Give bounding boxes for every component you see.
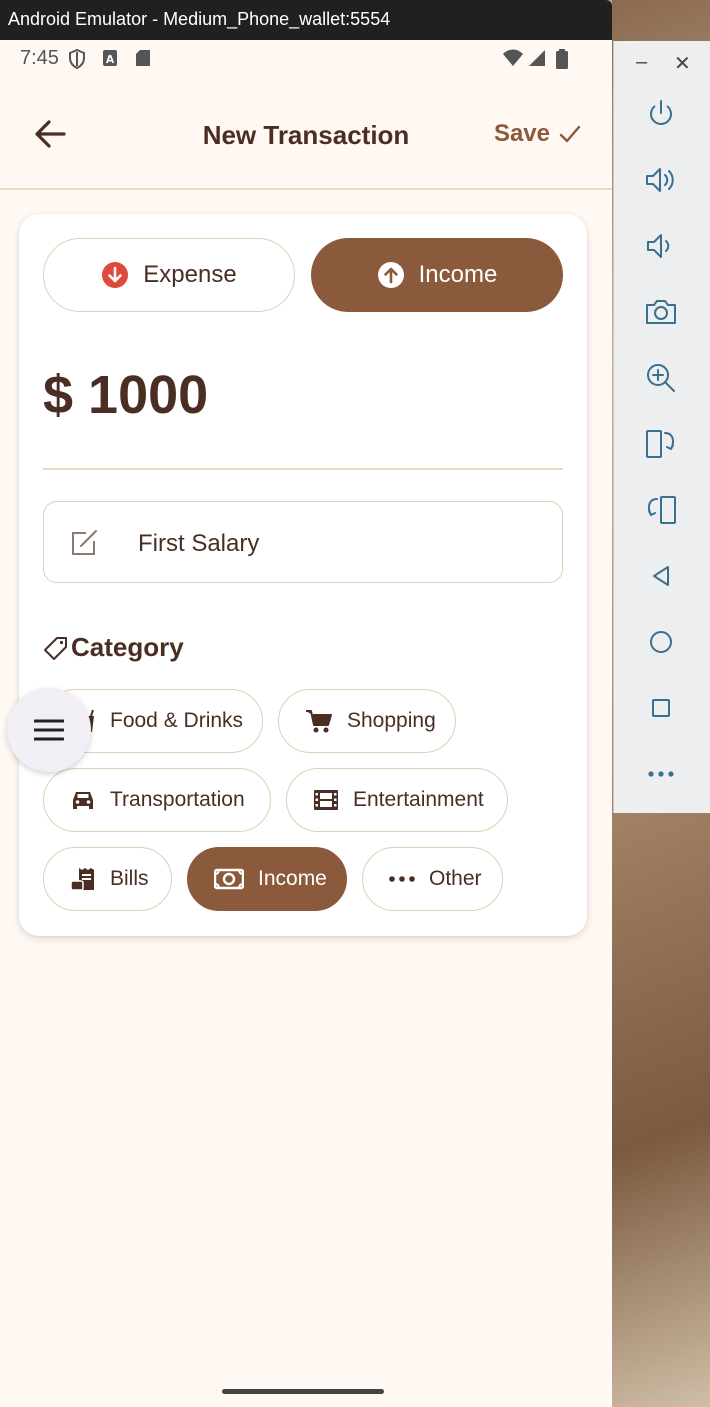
money-icon: [214, 868, 244, 890]
zoom-icon: [647, 364, 675, 392]
category-header: Category: [43, 632, 184, 663]
gesture-navigation-bar[interactable]: [222, 1389, 384, 1394]
overview-icon: [652, 699, 670, 717]
svg-text:A: A: [106, 53, 115, 66]
save-label: Save: [493, 120, 550, 147]
category-chip-bills[interactable]: Bills: [43, 847, 172, 911]
more-horizontal-icon: [389, 876, 415, 882]
expense-label: Expense: [143, 261, 237, 288]
category-chip-entertainment[interactable]: Entertainment: [286, 768, 508, 832]
battery-icon: [556, 49, 568, 75]
camera-icon: [646, 300, 676, 324]
transaction-form-card: Expense Income $ 1000 First Salary Categ…: [19, 214, 587, 936]
close-icon[interactable]: ✕: [674, 51, 691, 76]
rotate-right-icon: [648, 496, 676, 524]
receipt-icon: [70, 868, 94, 891]
chip-label: Other: [429, 867, 482, 890]
arrow-up-circle-icon: [377, 262, 404, 288]
chip-label: Bills: [110, 867, 149, 890]
edit-icon: [70, 529, 100, 562]
category-chip-transportation[interactable]: Transportation: [43, 768, 271, 832]
phone-screen: 7:45 A New Transaction Save Expense Inco…: [0, 40, 612, 1407]
chip-label: Shopping: [347, 709, 436, 732]
tag-icon: [44, 636, 67, 660]
cell-signal-icon: [528, 49, 546, 73]
volume-down-button[interactable]: [642, 227, 680, 265]
text-a-icon: A: [102, 49, 118, 73]
film-icon: [314, 790, 338, 810]
category-title: Category: [71, 632, 184, 662]
nav-overview-button[interactable]: [642, 689, 680, 727]
zoom-button[interactable]: [642, 359, 680, 397]
sd-card-icon: [135, 49, 151, 73]
chip-label: Entertainment: [353, 788, 484, 811]
expense-toggle-button[interactable]: Expense: [43, 238, 295, 312]
hamburger-menu-icon: [34, 719, 64, 741]
shopping-cart-icon: [306, 710, 332, 733]
nav-back-button[interactable]: [642, 557, 680, 595]
shield-icon: [68, 48, 86, 75]
save-button[interactable]: Save: [494, 120, 582, 148]
emulator-side-toolbar: – ✕: [613, 41, 710, 813]
status-bar: 7:45 A: [0, 40, 612, 78]
income-toggle-button[interactable]: Income: [311, 238, 563, 312]
rotate-left-button[interactable]: [642, 425, 680, 463]
status-time: 7:45: [20, 47, 59, 69]
chip-label: Food & Drinks: [110, 709, 244, 732]
car-icon: [73, 792, 93, 809]
volume-up-button[interactable]: [642, 161, 680, 199]
menu-fab-button[interactable]: [7, 688, 91, 772]
volume-down-icon: [647, 234, 670, 258]
app-bar: New Transaction Save: [0, 78, 612, 190]
emulator-title: Android Emulator - Medium_Phone_wallet:5…: [8, 9, 391, 29]
nav-home-button[interactable]: [642, 623, 680, 661]
emulator-title-bar: Android Emulator - Medium_Phone_wallet:5…: [0, 0, 612, 40]
check-icon: [559, 125, 581, 143]
rotate-left-icon: [646, 430, 674, 458]
minimize-icon[interactable]: –: [636, 51, 647, 74]
wifi-icon: [502, 49, 524, 73]
amount-divider: [43, 468, 563, 470]
chip-label: Income: [258, 867, 327, 890]
category-chip-shopping[interactable]: Shopping: [278, 689, 456, 753]
power-button[interactable]: [642, 95, 680, 133]
income-label: Income: [418, 261, 498, 288]
home-icon: [650, 631, 672, 653]
category-chip-income[interactable]: Income: [187, 847, 347, 911]
back-icon: [653, 566, 669, 586]
rotate-right-button[interactable]: [642, 491, 680, 529]
power-icon: [650, 100, 672, 125]
chip-label: Transportation: [110, 788, 245, 811]
note-field[interactable]: First Salary: [43, 501, 563, 583]
note-value: First Salary: [138, 530, 260, 557]
volume-up-icon: [646, 168, 674, 192]
more-options-button[interactable]: [642, 755, 680, 793]
amount-input[interactable]: $ 1000: [43, 364, 208, 426]
screenshot-button[interactable]: [642, 293, 680, 331]
more-icon: [648, 771, 674, 777]
category-chip-other[interactable]: Other: [362, 847, 503, 911]
arrow-down-circle-icon: [102, 262, 129, 288]
